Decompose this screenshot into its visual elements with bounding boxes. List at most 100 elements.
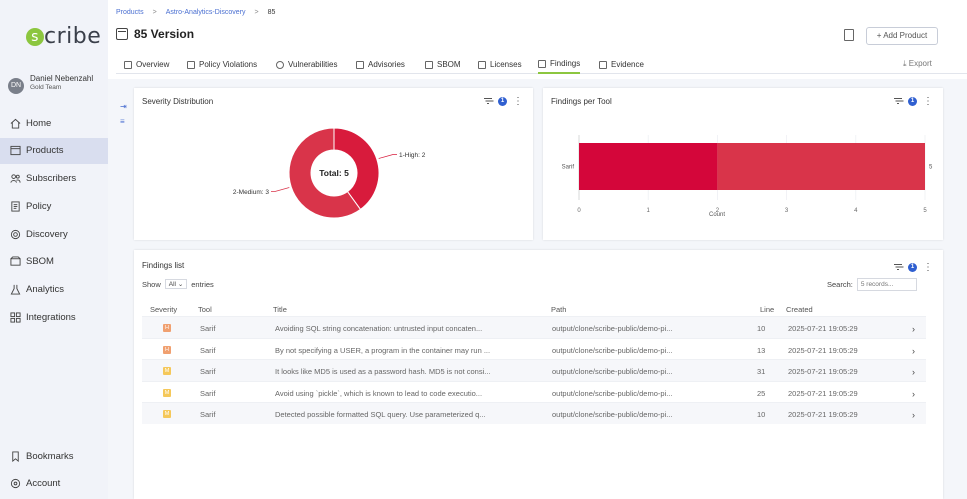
sidebar: s cribe DN Daniel Nebenzahl Gold Team Hom… xyxy=(0,0,108,499)
breadcrumb: Products > Astro-Analytics-Discovery > 8… xyxy=(116,9,275,16)
cell-tool: Sarif xyxy=(200,388,216,398)
search-input[interactable] xyxy=(856,278,917,291)
cell-line: 25 xyxy=(757,388,766,398)
col-created[interactable]: Created xyxy=(786,305,813,314)
products-icon xyxy=(10,146,21,156)
sidebar-item-label: SBOM xyxy=(26,256,54,268)
card-tools: 1 ⋮ xyxy=(894,263,933,273)
chevron-right-icon[interactable]: › xyxy=(912,389,915,399)
chevron-down-icon: ⌄ xyxy=(177,281,184,288)
tab-findings[interactable]: Findings xyxy=(538,55,581,74)
sidebar-item-discovery[interactable]: Discovery xyxy=(0,221,108,247)
overview-icon xyxy=(124,60,132,69)
tab-label: Vulnerabilities xyxy=(288,60,338,69)
sidebar-bottom-nav: Bookmarks Account xyxy=(0,443,108,499)
bar-segment-0[interactable] xyxy=(579,143,718,190)
tab-sbom[interactable]: SBOM xyxy=(425,55,461,74)
tab-vulnerabilities[interactable]: Vulnerabilities xyxy=(276,55,338,74)
tab-overview[interactable]: Overview xyxy=(124,55,169,74)
filter-toggle-icon[interactable]: ≡ xyxy=(120,117,127,126)
tab-label: Findings xyxy=(550,59,581,68)
sbom-tab-icon xyxy=(425,60,433,69)
sidebar-item-account[interactable]: Account xyxy=(0,471,108,497)
chevron-right-icon[interactable]: › xyxy=(912,367,915,377)
col-title[interactable]: Title xyxy=(273,305,287,314)
page-title-text: 85 Version xyxy=(134,27,195,41)
sidebar-item-analytics[interactable]: Analytics xyxy=(0,277,108,303)
sidebar-item-home[interactable]: Home xyxy=(0,110,108,136)
sidebar-item-subscribers[interactable]: Subscribers xyxy=(0,166,108,192)
x-tick-label: 3 xyxy=(785,208,789,214)
sidebar-item-bookmarks[interactable]: Bookmarks xyxy=(0,443,108,469)
tab-label: Evidence xyxy=(611,60,644,69)
table-row[interactable]: M Sarif It looks like MD5 is used as a pas… xyxy=(142,359,926,381)
filter-icon[interactable] xyxy=(894,264,902,271)
table-row[interactable]: H Sarif Avoiding SQL string concatenation:… xyxy=(142,316,926,338)
entries-value: All xyxy=(168,281,176,288)
sidebar-item-policy[interactable]: Policy xyxy=(0,193,108,219)
col-severity[interactable]: Severity xyxy=(150,305,177,314)
page-title: 85 Version xyxy=(116,27,194,41)
user-team: Gold Team xyxy=(30,84,62,91)
tab-evidence[interactable]: Evidence xyxy=(599,55,644,74)
severity-badge: M xyxy=(163,388,171,397)
severity-badge: M xyxy=(163,410,171,418)
licenses-icon xyxy=(478,60,486,69)
export-button[interactable]: ⤓ Export xyxy=(903,59,932,69)
tab-policy-violations[interactable]: Policy Violations xyxy=(187,55,257,74)
avatar: DN xyxy=(8,78,24,94)
chevron-right-icon[interactable]: › xyxy=(912,410,915,420)
cell-line: 13 xyxy=(757,345,766,355)
tab-label: SBOM xyxy=(437,60,461,69)
collapse-icon[interactable]: ⇥ xyxy=(120,102,127,111)
export-label: Export xyxy=(908,59,932,68)
table-row[interactable]: M Sarif Avoid using `pickle`, which is kno… xyxy=(142,380,926,403)
table-header: Severity Tool Title Path Line Created xyxy=(142,302,926,316)
search-control: Search: xyxy=(827,278,917,291)
sidebar-item-label: Policy xyxy=(26,200,52,212)
breadcrumb-products[interactable]: Products xyxy=(116,9,144,16)
sidebar-item-sbom[interactable]: SBOM xyxy=(0,249,108,275)
col-tool[interactable]: Tool xyxy=(198,305,212,314)
sidebar-item-label: Account xyxy=(26,478,61,490)
user-profile[interactable]: DN Daniel Nebenzahl Gold Team xyxy=(8,74,93,94)
tab-label: Advisories xyxy=(368,60,405,69)
tab-advisories[interactable]: Advisories xyxy=(356,55,405,74)
cell-title: By not specifying a USER, a program in t… xyxy=(275,345,491,355)
bar-segment-1[interactable] xyxy=(717,143,925,190)
breadcrumb-product[interactable]: Astro-Analytics-Discovery xyxy=(166,9,246,16)
document-icon[interactable] xyxy=(844,29,854,41)
findings-list-card: Findings list 1 ⋮ Show All ⌄ entries Sea… xyxy=(134,250,943,499)
tab-label: Licenses xyxy=(490,60,522,69)
breadcrumb-current: 85 xyxy=(267,9,276,16)
chevron-right-icon[interactable]: › xyxy=(912,346,915,356)
bookmark-icon xyxy=(12,450,19,462)
add-product-button[interactable]: + Add Product xyxy=(866,27,938,45)
cell-tool: Sarif xyxy=(200,367,216,376)
logo-text: cribe xyxy=(44,24,102,49)
tab-licenses[interactable]: Licenses xyxy=(478,55,522,74)
more-options-icon[interactable]: ⋮ xyxy=(923,263,933,273)
col-line[interactable]: Line xyxy=(760,305,774,314)
sidebar-item-products[interactable]: Products xyxy=(0,137,108,164)
scribe-logo[interactable]: s cribe xyxy=(26,24,101,49)
home-icon xyxy=(10,118,21,129)
sidebar-item-integrations[interactable]: Integrations xyxy=(0,305,108,331)
entries-label: entries xyxy=(191,279,214,289)
filter-count-badge: 1 xyxy=(908,263,917,272)
bar-total-label: 5 xyxy=(929,165,933,171)
table-row[interactable]: H Sarif By not specifying a USER, a progra… xyxy=(142,337,926,360)
policy-icon xyxy=(11,201,20,212)
findings-table: Severity Tool Title Path Line Created HS… xyxy=(142,302,926,424)
severity-donut-chart: 1-High: 2 2-Medium: 3 Total: 5 xyxy=(233,127,426,219)
x-tick-label: 4 xyxy=(854,208,858,214)
sidebar-item-label: Discovery xyxy=(26,228,68,240)
entries-select[interactable]: All ⌄ xyxy=(164,279,188,289)
cell-tool: Sarif xyxy=(200,410,216,419)
discovery-icon xyxy=(10,229,21,239)
tab-label: Policy Violations xyxy=(199,60,258,69)
chevron-right-icon[interactable]: › xyxy=(912,324,915,334)
slice-label: 2-Medium: 3 xyxy=(233,189,270,196)
col-path[interactable]: Path xyxy=(551,305,566,314)
table-row[interactable]: M Sarif Detected possible formatted SQL qu… xyxy=(142,402,926,424)
